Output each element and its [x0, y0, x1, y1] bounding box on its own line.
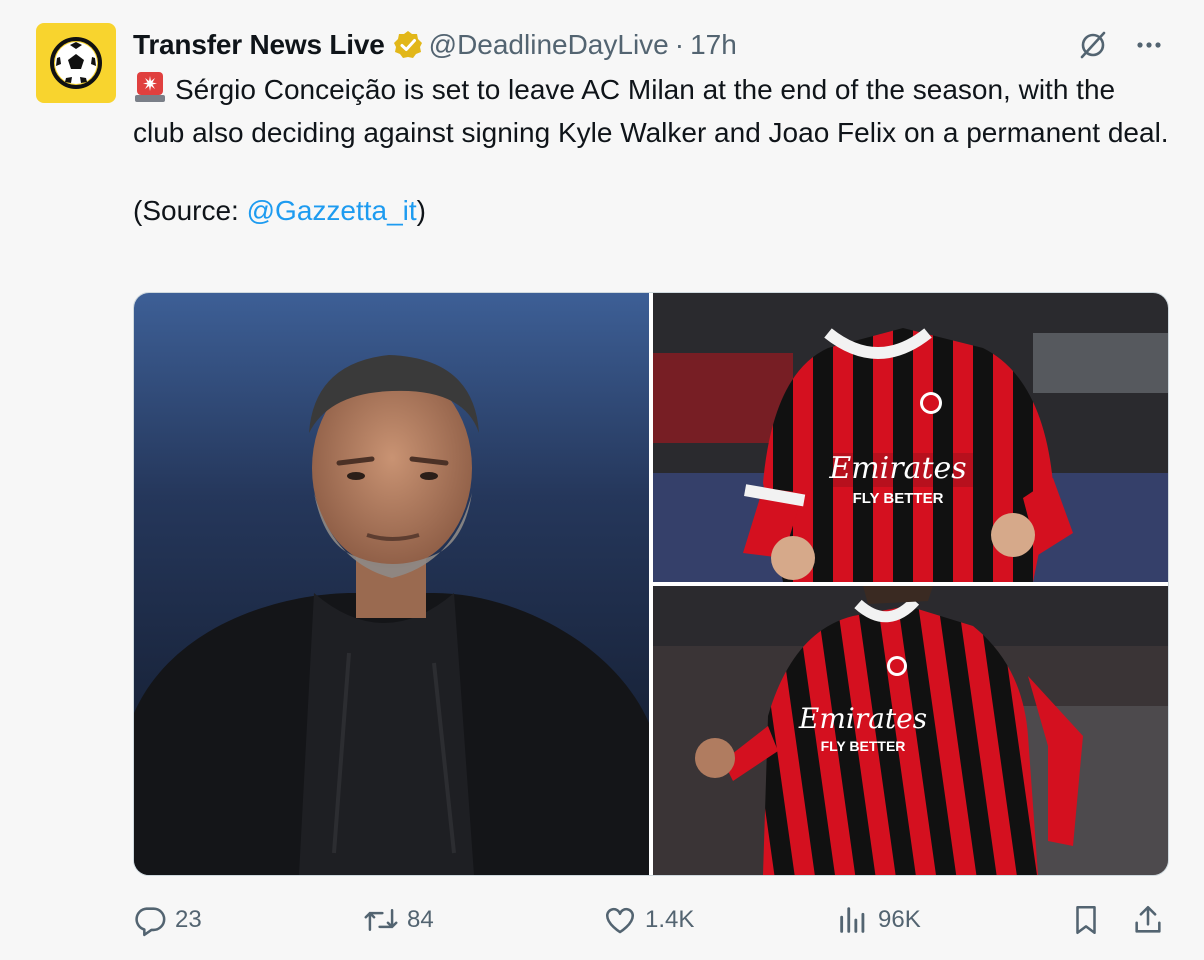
- tweet-main-text: Sérgio Conceição is set to leave AC Mila…: [133, 74, 1169, 148]
- jersey-slogan-text-2: FLY BETTER: [821, 738, 906, 754]
- timestamp[interactable]: 17h: [690, 29, 737, 61]
- photo-player-bottom[interactable]: Emirates FLY BETTER: [653, 586, 1168, 875]
- source-prefix: (Source:: [133, 195, 247, 226]
- author-name[interactable]: Transfer News Live: [133, 29, 385, 61]
- photo-coach[interactable]: [134, 293, 649, 875]
- views-count: 96K: [878, 906, 921, 933]
- verified-badge-icon[interactable]: [393, 30, 423, 60]
- siren-emoji-icon: [133, 71, 167, 113]
- repost-count: 84: [407, 906, 434, 933]
- jersey-sponsor-text-2: Emirates: [798, 702, 927, 735]
- repost-icon: [364, 909, 398, 931]
- source-mention-link[interactable]: @Gazzetta_it: [247, 195, 417, 226]
- tweet-header: Transfer News Live @DeadlineDayLive · 17…: [133, 25, 1164, 65]
- views-button[interactable]: 96K: [836, 896, 921, 944]
- photo-player-top[interactable]: Emirates FLY BETTER: [653, 293, 1168, 582]
- separator-dot: ·: [674, 29, 685, 60]
- views-icon: [840, 907, 865, 933]
- source-suffix: ): [416, 195, 426, 226]
- jersey-slogan-text: FLY BETTER: [853, 490, 944, 507]
- action-bar: 23 84 1.4K 96K: [133, 896, 1167, 944]
- tweet: Transfer News Live @DeadlineDayLive · 17…: [0, 0, 1204, 960]
- like-button[interactable]: 1.4K: [603, 896, 694, 944]
- share-icon: [1135, 905, 1161, 933]
- reply-button[interactable]: 23: [133, 896, 202, 944]
- tweet-text: Sérgio Conceição is set to leave AC Mila…: [133, 70, 1173, 230]
- repost-button[interactable]: 84: [363, 896, 434, 944]
- bookmark-button[interactable]: [1069, 896, 1103, 944]
- share-button[interactable]: [1131, 896, 1165, 944]
- author-handle[interactable]: @DeadlineDayLive: [429, 29, 669, 61]
- like-count: 1.4K: [645, 906, 695, 933]
- more-icon[interactable]: [1134, 30, 1164, 60]
- jersey-sponsor-text: Emirates: [828, 451, 966, 486]
- soccer-ball-icon: [50, 37, 102, 89]
- header-actions: [1078, 25, 1164, 65]
- reply-icon: [135, 907, 166, 937]
- bookmark-icon: [1076, 905, 1096, 935]
- grok-icon[interactable]: [1078, 30, 1108, 60]
- like-icon: [605, 907, 635, 934]
- avatar[interactable]: [36, 23, 116, 103]
- reply-count: 23: [175, 906, 202, 933]
- media-grid: Emirates FLY BETTER Emirates FLY BETTER: [133, 292, 1169, 876]
